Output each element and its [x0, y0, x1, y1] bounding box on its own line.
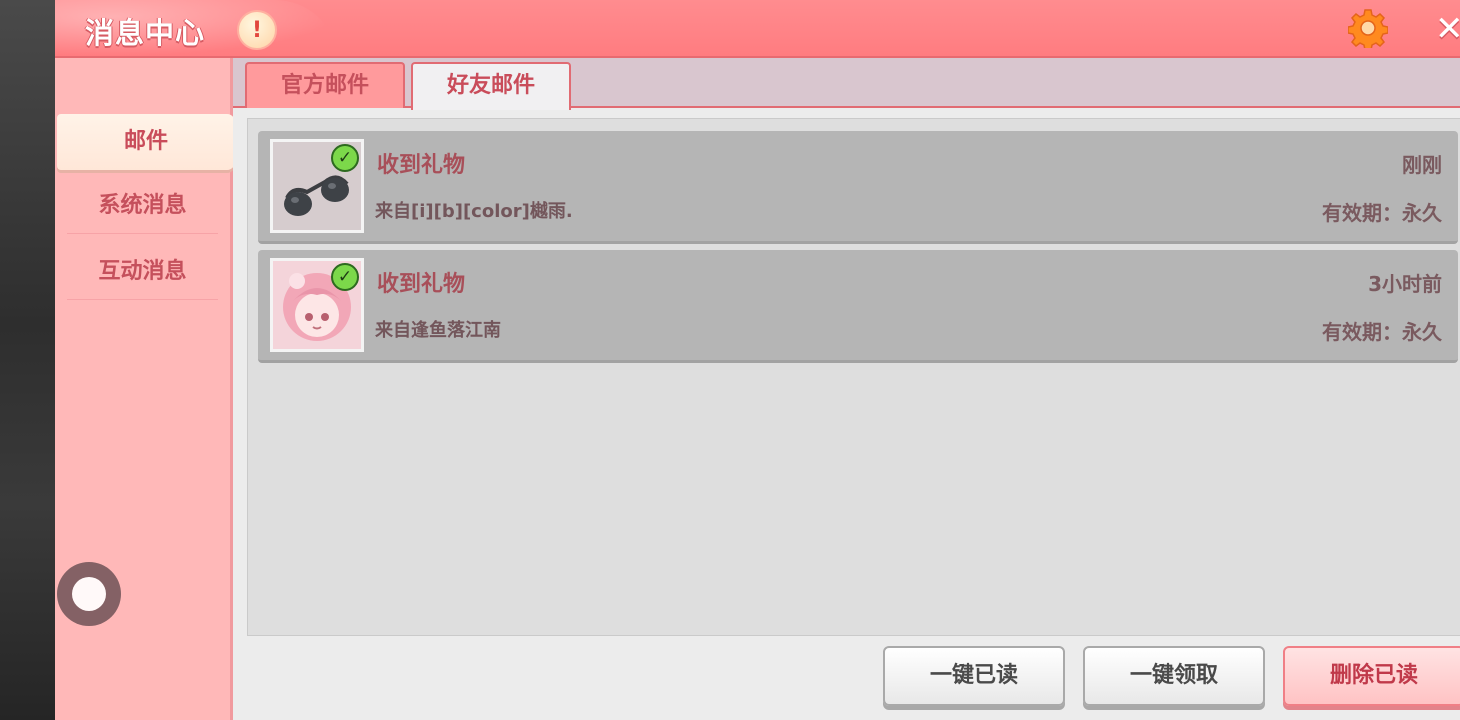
mail-title: 收到礼物: [377, 272, 466, 297]
checkmark-icon: ✓: [331, 263, 359, 291]
delete-read-button[interactable]: 删除已读: [1283, 646, 1460, 706]
mail-time: 刚刚: [1402, 153, 1442, 177]
tab-friend-mail[interactable]: 好友邮件: [411, 62, 571, 110]
header-bar: 消息中心 ! ✕: [55, 0, 1460, 58]
sidebar-item-system-messages[interactable]: 系统消息: [55, 178, 230, 234]
close-icon[interactable]: ✕: [1435, 12, 1460, 46]
divider: [67, 299, 218, 300]
mail-title: 收到礼物: [377, 153, 466, 178]
sidebar-item-label: 互动消息: [98, 259, 187, 284]
sidebar-item-mail[interactable]: 邮件: [57, 114, 235, 170]
mark-all-read-button[interactable]: 一键已读: [883, 646, 1065, 706]
floating-ball-icon: [72, 577, 106, 611]
gear-icon[interactable]: [1347, 8, 1389, 51]
sidebar-item-label: 邮件: [123, 129, 168, 154]
floating-assistive-button[interactable]: [57, 562, 121, 626]
mail-content-panel: 官方邮件 好友邮件 ✓ 收到礼物 来自[i][b][color]樾雨. 刚刚 有…: [233, 58, 1460, 720]
mail-time: 3小时前: [1368, 272, 1442, 296]
sidebar-item-label: 系统消息: [98, 193, 187, 218]
mail-list: ✓ 收到礼物 来自[i][b][color]樾雨. 刚刚 有效期：永久 ✓ 收到…: [247, 118, 1460, 636]
divider: [67, 233, 218, 234]
alert-icon[interactable]: !: [237, 10, 277, 50]
game-backdrop: [0, 0, 60, 720]
mail-sender: 来自[i][b][color]樾雨.: [375, 201, 573, 222]
list-item[interactable]: ✓ 收到礼物 来自逢鱼落江南 3小时前 有效期：永久: [258, 250, 1458, 363]
claim-all-button[interactable]: 一键领取: [1083, 646, 1265, 706]
checkmark-icon: ✓: [331, 144, 359, 172]
mail-validity: 有效期：永久: [1322, 201, 1442, 225]
page-title: 消息中心: [85, 16, 206, 50]
mail-sender: 来自逢鱼落江南: [375, 320, 501, 341]
tab-official-mail[interactable]: 官方邮件: [245, 62, 405, 108]
sidebar-item-interaction-messages[interactable]: 互动消息: [55, 244, 230, 300]
message-center-window: 消息中心 ! ✕ 邮件 系统消息 互动消息 官方邮件 好友邮件 ✓ 收到礼物 来…: [55, 0, 1460, 720]
tab-bar: 官方邮件 好友邮件: [233, 58, 1460, 110]
mail-validity: 有效期：永久: [1322, 320, 1442, 344]
list-item[interactable]: ✓ 收到礼物 来自[i][b][color]樾雨. 刚刚 有效期：永久: [258, 131, 1458, 244]
